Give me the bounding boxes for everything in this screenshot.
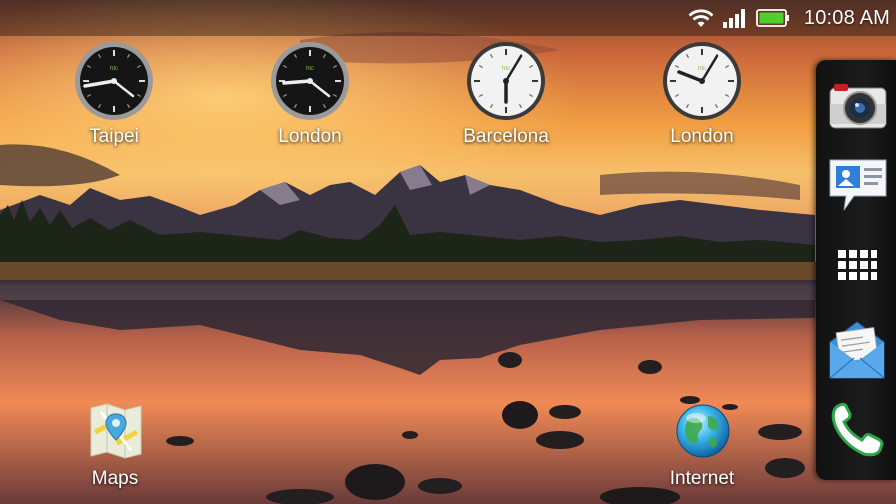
phone-icon <box>831 402 884 457</box>
status-icons: 10:08 AM <box>686 0 890 36</box>
world-clock-london[interactable]: htc London <box>245 40 375 152</box>
maps-icon <box>90 403 142 459</box>
mail-icon <box>829 321 885 379</box>
clock-city-label: Barcelona <box>463 126 549 147</box>
messages-button[interactable] <box>824 152 890 218</box>
world-clock-taipei[interactable]: htc Taipei <box>49 40 179 152</box>
app-internet[interactable]: Internet <box>647 402 757 502</box>
battery-icon <box>755 7 790 29</box>
all-apps-button[interactable] <box>824 236 890 302</box>
mail-button[interactable] <box>824 318 890 384</box>
status-time: 10:08 AM <box>803 6 890 29</box>
phone-button[interactable] <box>824 398 890 464</box>
clock-face-icon: htc <box>663 42 741 120</box>
wifi-icon <box>686 6 716 30</box>
clock-city-label: Taipei <box>89 126 139 147</box>
camera-button[interactable] <box>824 74 890 140</box>
world-clock-barcelona[interactable]: htc Barcelona <box>441 40 571 152</box>
world-clock-london-2[interactable]: htc London <box>637 40 767 152</box>
clock-city-label: London <box>670 126 734 147</box>
status-bar[interactable]: 10:08 AM <box>0 0 896 36</box>
clock-face-icon: htc <box>75 42 153 120</box>
svg-text:htc: htc <box>698 66 706 72</box>
svg-text:htc: htc <box>502 66 510 72</box>
clock-city-label: London <box>278 126 342 147</box>
signal-bars-icon <box>722 6 748 30</box>
launch-bar <box>816 60 896 480</box>
messages-icon <box>829 159 887 211</box>
clock-face-icon: htc <box>271 42 349 120</box>
svg-text:htc: htc <box>306 66 314 72</box>
globe-icon <box>676 404 730 458</box>
all-apps-icon <box>838 250 877 280</box>
app-label: Maps <box>91 468 139 489</box>
svg-text:htc: htc <box>110 66 118 72</box>
app-label: Internet <box>669 468 735 489</box>
clock-face-icon: htc <box>467 42 545 120</box>
app-maps[interactable]: Maps <box>60 402 170 502</box>
camera-icon <box>829 84 887 129</box>
